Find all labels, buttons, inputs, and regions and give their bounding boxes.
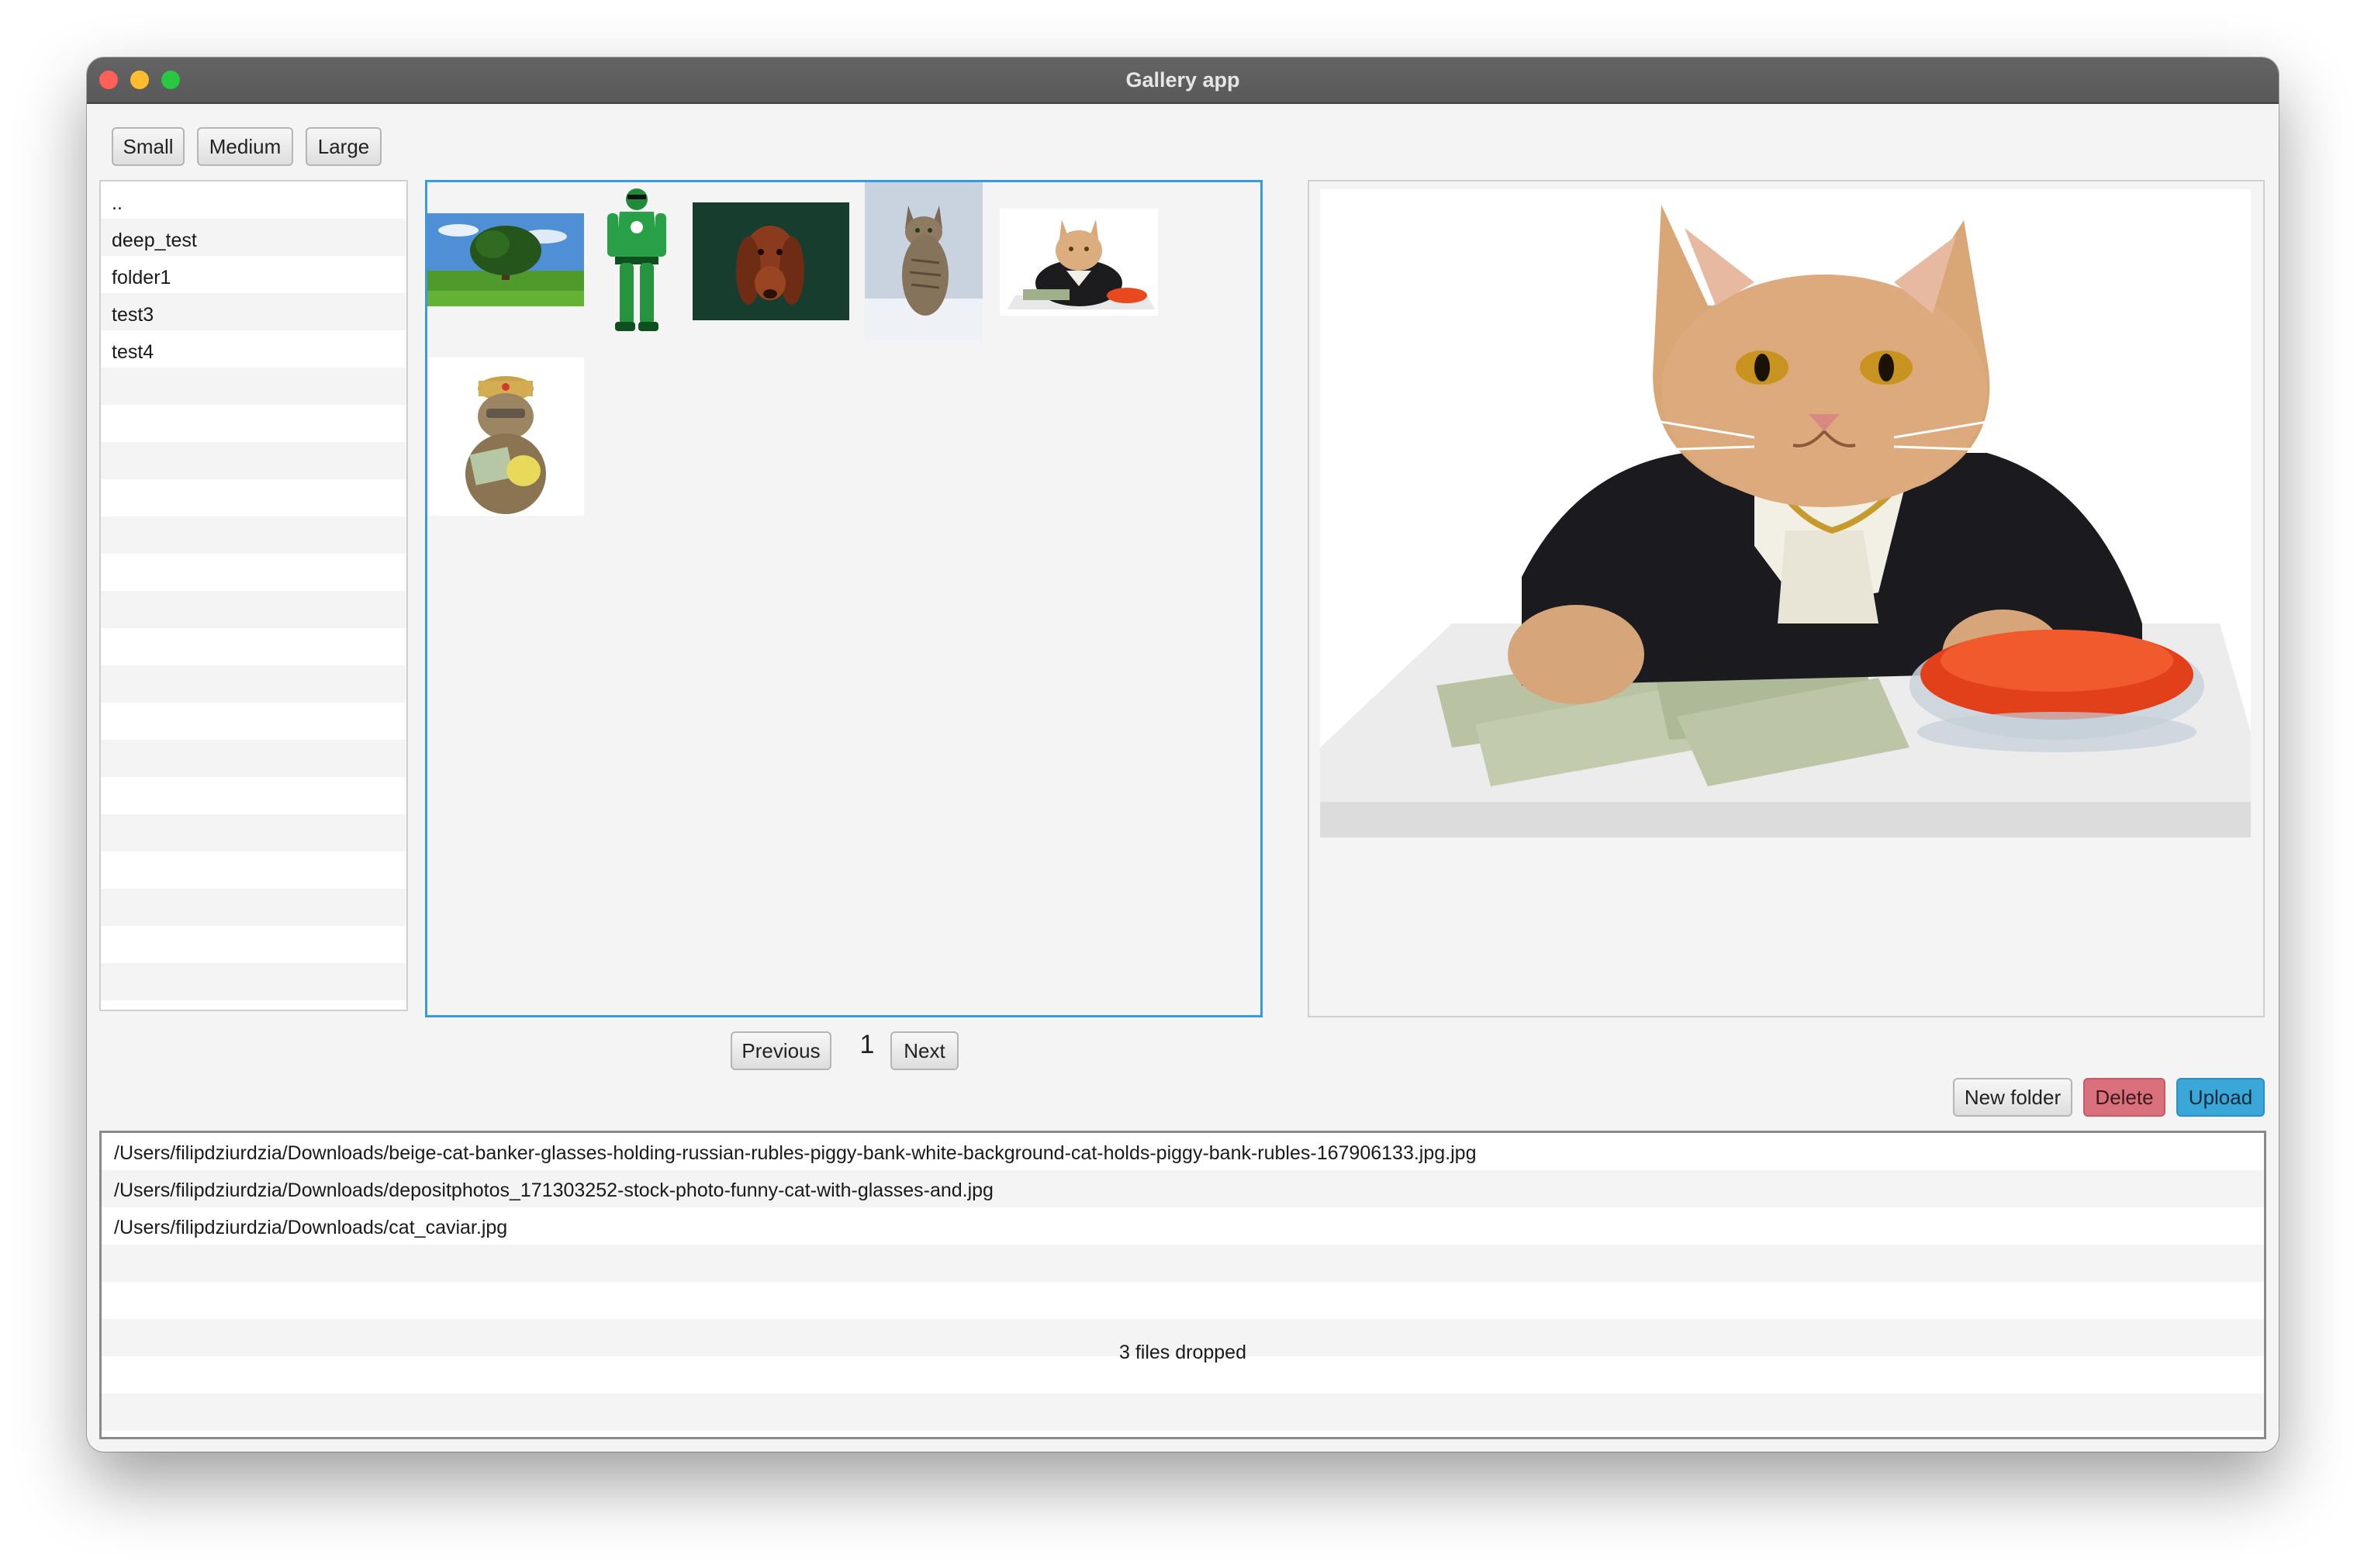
folder-item-test3[interactable]: test3: [101, 296, 406, 333]
drop-status-text: 3 files dropped: [1118, 1342, 1246, 1363]
folder-item-parent[interactable]: ..: [101, 185, 406, 222]
cat-with-money-image[interactable]: [427, 357, 584, 516]
delete-button[interactable]: Delete: [2083, 1078, 2165, 1117]
medium-size-button[interactable]: Medium: [197, 127, 293, 166]
tree-landscape-image[interactable]: [427, 213, 584, 306]
folder-item-folder1[interactable]: folder1: [101, 259, 406, 296]
banker-cat-caviar-preview-image: [1320, 189, 2251, 838]
app-window: Gallery app Small Medium Large .. deep_t…: [87, 57, 2279, 1452]
next-page-button[interactable]: Next: [890, 1031, 959, 1070]
title-bar: Gallery app: [87, 57, 2279, 104]
banker-cat-caviar-image[interactable]: [1000, 209, 1158, 316]
file-list-item[interactable]: /Users/filipdziurdzia/Downloads/beige-ca…: [102, 1135, 2264, 1172]
thumbnail-grid: [425, 180, 1263, 1017]
image-preview: [1308, 180, 2265, 1017]
window-title: Gallery app: [1125, 68, 1240, 92]
file-list-item[interactable]: /Users/filipdziurdzia/Downloads/depositp…: [102, 1172, 2264, 1209]
new-folder-button[interactable]: New folder: [1953, 1078, 2072, 1117]
tabby-cat-snow-image[interactable]: [865, 182, 983, 340]
upload-button[interactable]: Upload: [2176, 1078, 2265, 1117]
red-dog-image[interactable]: [693, 202, 849, 320]
dropped-files-list[interactable]: /Users/filipdziurdzia/Downloads/beige-ca…: [99, 1131, 2266, 1439]
folder-item-test4[interactable]: test4: [101, 333, 406, 371]
file-list-item[interactable]: /Users/filipdziurdzia/Downloads/cat_cavi…: [102, 1209, 2264, 1246]
green-superhero-image[interactable]: [596, 182, 677, 340]
small-size-button[interactable]: Small: [112, 127, 185, 166]
current-page-number: 1: [859, 1030, 875, 1059]
folder-item-deep-test[interactable]: deep_test: [101, 222, 406, 259]
large-size-button[interactable]: Large: [306, 127, 382, 166]
folder-list[interactable]: .. deep_test folder1 test3 test4: [99, 180, 408, 1011]
previous-page-button[interactable]: Previous: [731, 1031, 831, 1070]
